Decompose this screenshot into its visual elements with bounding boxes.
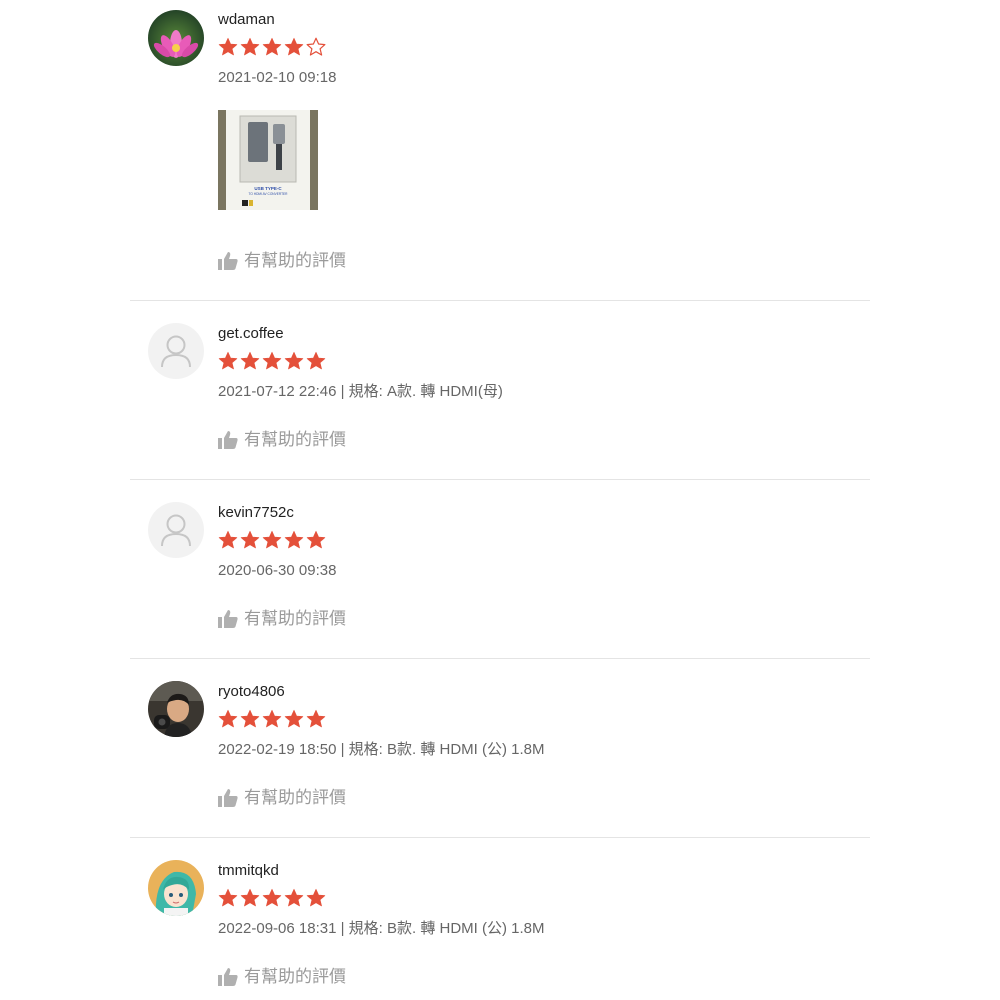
helpful-button[interactable]: 有幫助的評價 (218, 787, 346, 809)
thumbs-up-icon (218, 968, 238, 986)
star-filled-icon (262, 530, 282, 549)
reviewer-name: get.coffee (218, 325, 284, 342)
star-filled-icon (284, 351, 304, 370)
review-item: wdaman 2021-02-10 09:18 USB TYPE-C TO HD… (130, 0, 870, 300)
star-rating (218, 709, 326, 731)
box-text-line2: TO HDMI AV CONVERTER (249, 192, 289, 196)
star-filled-icon (306, 351, 326, 370)
star-filled-icon (240, 351, 260, 370)
star-rating (218, 37, 326, 59)
avatar-anime[interactable] (148, 860, 204, 916)
star-filled-icon (240, 37, 260, 56)
review-item: ryoto4806 2022-02-19 18:50 | 規格: B款. 轉 H… (130, 659, 870, 837)
star-filled-icon (306, 888, 326, 907)
star-filled-icon (240, 888, 260, 907)
helpful-button[interactable]: 有幫助的評價 (218, 250, 346, 272)
star-filled-icon (218, 530, 238, 549)
thumbs-up-icon (218, 610, 238, 628)
star-filled-icon (284, 530, 304, 549)
star-filled-icon (284, 709, 304, 728)
star-filled-icon (284, 37, 304, 56)
reviewer-name: kevin7752c (218, 504, 294, 521)
star-rating (218, 351, 326, 373)
helpful-label: 有幫助的評價 (244, 609, 346, 628)
avatar-default[interactable] (148, 323, 204, 379)
review-photo[interactable]: USB TYPE-C TO HDMI AV CONVERTER (218, 110, 318, 210)
star-empty-icon (306, 37, 326, 56)
star-filled-icon (218, 37, 238, 56)
star-rating (218, 888, 326, 910)
star-rating (218, 530, 326, 552)
star-filled-icon (218, 709, 238, 728)
star-filled-icon (262, 888, 282, 907)
star-filled-icon (262, 351, 282, 370)
avatar-lotus[interactable] (148, 10, 204, 66)
helpful-button[interactable]: 有幫助的評價 (218, 966, 346, 988)
review-item: kevin7752c 2020-06-30 09:38 有幫助的評價 (130, 480, 870, 658)
thumbs-up-icon (218, 431, 238, 449)
helpful-label: 有幫助的評價 (244, 251, 346, 270)
star-filled-icon (306, 709, 326, 728)
star-filled-icon (306, 530, 326, 549)
person-photo-icon (148, 681, 204, 737)
box-text-line1: USB TYPE-C (254, 186, 282, 191)
thumbs-up-icon (218, 789, 238, 807)
star-filled-icon (218, 351, 238, 370)
star-filled-icon (262, 709, 282, 728)
star-filled-icon (218, 888, 238, 907)
usb-type-c-adapter-box-icon: USB TYPE-C TO HDMI AV CONVERTER (218, 110, 318, 210)
review-meta: 2022-02-19 18:50 | 規格: B款. 轉 HDMI (公) 1.… (218, 741, 545, 758)
thumbs-up-icon (218, 252, 238, 270)
helpful-label: 有幫助的評價 (244, 788, 346, 807)
star-filled-icon (262, 37, 282, 56)
review-item: tmmitqkd 2022-09-06 18:31 | 規格: B款. 轉 HD… (130, 838, 870, 1000)
review-meta: 2021-07-12 22:46 | 規格: A款. 轉 HDMI(母) (218, 383, 503, 400)
avatar-default[interactable] (148, 502, 204, 558)
reviewer-name: wdaman (218, 11, 275, 28)
helpful-label: 有幫助的評價 (244, 430, 346, 449)
avatar-person[interactable] (148, 681, 204, 737)
review-meta: 2020-06-30 09:38 (218, 562, 337, 579)
star-filled-icon (240, 530, 260, 549)
reviewer-name: ryoto4806 (218, 683, 285, 700)
review-meta: 2022-09-06 18:31 | 規格: B款. 轉 HDMI (公) 1.… (218, 920, 545, 937)
helpful-button[interactable]: 有幫助的評價 (218, 608, 346, 630)
default-user-icon (161, 514, 191, 547)
star-filled-icon (284, 888, 304, 907)
default-user-icon (161, 335, 191, 368)
review-item: get.coffee 2021-07-12 22:46 | 規格: A款. 轉 … (130, 301, 870, 479)
anime-character-icon (148, 860, 204, 916)
review-meta: 2021-02-10 09:18 (218, 69, 337, 86)
star-filled-icon (240, 709, 260, 728)
helpful-label: 有幫助的評價 (244, 967, 346, 986)
reviewer-name: tmmitqkd (218, 862, 279, 879)
helpful-button[interactable]: 有幫助的評價 (218, 429, 346, 451)
lotus-avatar-icon (148, 10, 204, 66)
